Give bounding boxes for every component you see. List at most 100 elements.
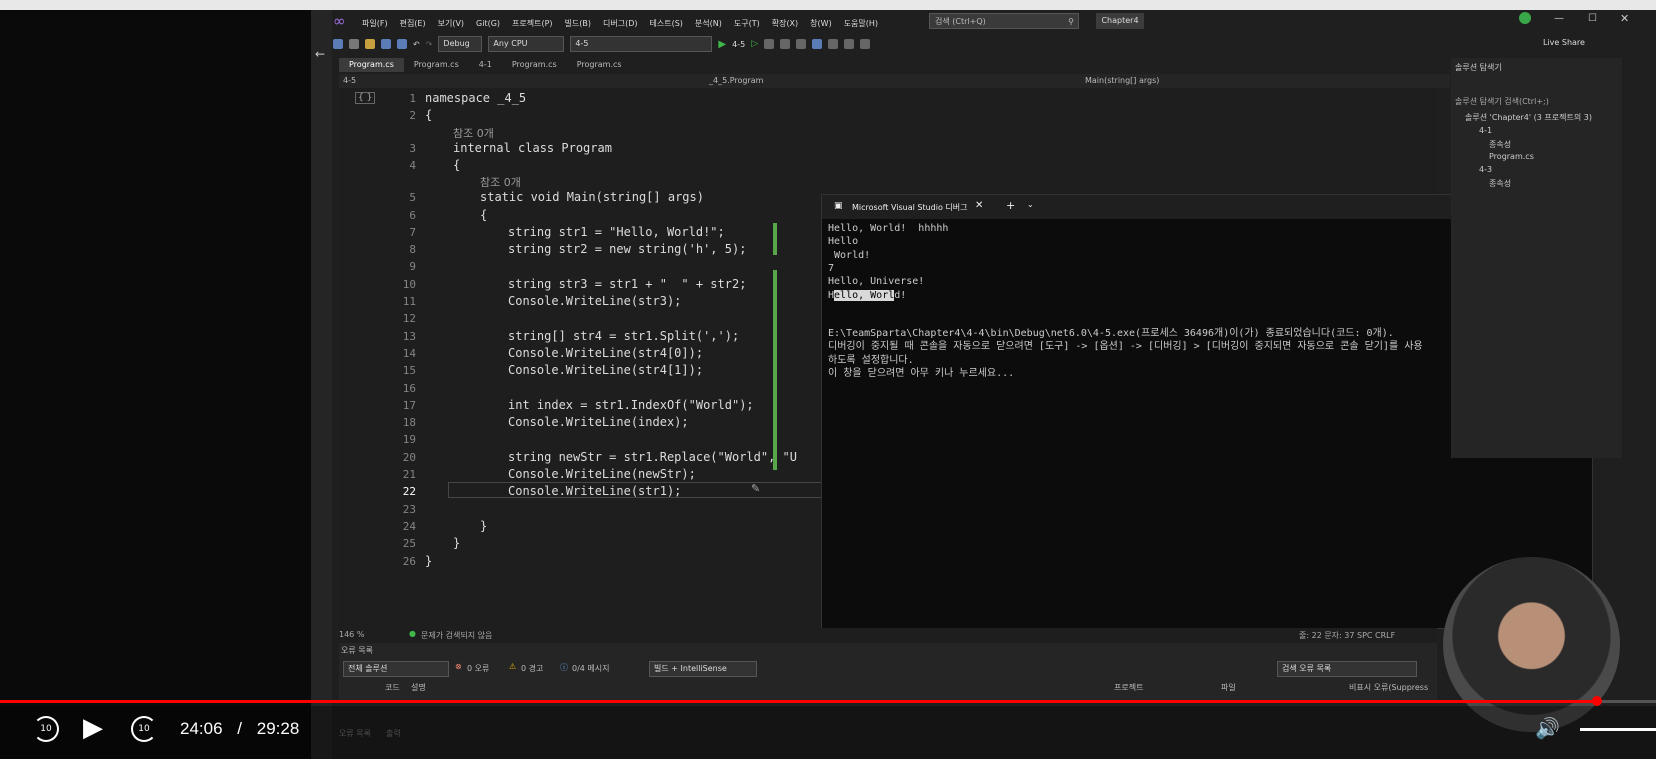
undo-icon[interactable]: ↶: [413, 40, 420, 49]
left-tool-strip: ←: [311, 10, 332, 759]
close-icon[interactable]: ✕: [1620, 12, 1629, 25]
tool-icon[interactable]: [812, 39, 823, 49]
live-share-button[interactable]: Live Share: [1543, 38, 1585, 47]
maximize-icon[interactable]: ☐: [1588, 13, 1597, 24]
solution-explorer-title: 솔루션 탐색기: [1455, 63, 1502, 72]
menu-item[interactable]: 파일(F): [362, 18, 388, 29]
tab-item[interactable]: Program.cs: [567, 58, 632, 72]
menu-item[interactable]: 프로젝트(P): [512, 18, 553, 29]
console-output-line: Hello, Universe!: [828, 276, 925, 288]
tab-item[interactable]: Program.cs: [404, 58, 469, 72]
tool-icon[interactable]: [796, 39, 807, 49]
warnings-filter[interactable]: 0 경고: [521, 663, 543, 674]
total-time: 29:28: [256, 719, 300, 738]
back-arrow-icon[interactable]: ←: [315, 47, 325, 61]
menu-item[interactable]: 확장(X): [772, 18, 798, 29]
check-icon: ●: [409, 629, 416, 638]
volume-slider[interactable]: [1580, 728, 1656, 731]
menu-item[interactable]: 도구(T): [734, 18, 760, 29]
errors-filter[interactable]: 0 오류: [467, 663, 489, 674]
live-share-label: Live Share: [1543, 38, 1585, 47]
menu-item[interactable]: 창(W): [810, 18, 832, 29]
tab-dropdown-icon[interactable]: ⌄: [1027, 200, 1034, 209]
new-tab-icon[interactable]: +: [1006, 199, 1015, 212]
play-icon[interactable]: ▶: [83, 713, 103, 743]
solution-root[interactable]: 솔루션 'Chapter4' (3 프로젝트의 3): [1465, 112, 1592, 123]
dependencies-item[interactable]: 종속성: [1489, 139, 1511, 150]
console-output-line: World!: [828, 249, 871, 261]
menu-bar: 파일(F) 편집(E) 보기(V) Git(G) 프로젝트(P) 빌드(B) 디버그(D) 테…: [362, 12, 878, 34]
file-item[interactable]: Program.cs: [1489, 152, 1534, 161]
platform-select[interactable]: Any CPU: [488, 36, 565, 52]
nav-project[interactable]: 4-5: [343, 76, 356, 85]
tool-icon[interactable]: [828, 39, 839, 49]
account-icon[interactable]: [1519, 12, 1531, 24]
run-label[interactable]: 4-5: [732, 40, 745, 49]
skip-back-icon[interactable]: 10: [33, 716, 59, 742]
tool-icon[interactable]: [844, 39, 855, 49]
menu-item[interactable]: 분석(N): [695, 18, 722, 29]
project-item[interactable]: 4-1: [1479, 126, 1492, 135]
search-icon: ⚲: [1068, 17, 1074, 26]
change-indicator: [773, 270, 777, 470]
change-indicator: [773, 223, 777, 255]
console-output-line: 이 창을 닫으려면 아무 키나 누르세요...: [828, 368, 1015, 379]
nav-class[interactable]: _4_5.Program: [709, 76, 763, 85]
error-list-panel: 오류 목록 전체 솔루션 ⊗ 0 오류 ⚠ 0 경고 ⓘ 0/4 메시지 빌드 …: [339, 643, 1437, 703]
folder-icon[interactable]: [365, 39, 375, 49]
progress-handle[interactable]: [1592, 696, 1602, 706]
config-select[interactable]: Debug: [438, 36, 483, 52]
console-text-segment: d!: [894, 289, 907, 301]
video-letterbox: [0, 10, 311, 759]
column-description[interactable]: 설명: [411, 682, 426, 693]
tool-icon[interactable]: [764, 39, 775, 49]
menu-item[interactable]: 보기(V): [438, 18, 464, 29]
new-item-icon[interactable]: [333, 39, 343, 49]
scope-select[interactable]: 전체 솔루션: [343, 661, 449, 677]
tab-item[interactable]: Program.cs: [502, 58, 567, 72]
console-tab-close-icon[interactable]: ✕: [975, 200, 983, 211]
tool-icon[interactable]: [780, 39, 791, 49]
column-code[interactable]: 코드: [385, 682, 400, 693]
startup-project-select[interactable]: 4-5: [570, 36, 713, 52]
skip-forward-icon[interactable]: 10: [131, 716, 157, 742]
menu-item[interactable]: 도움말(H): [844, 18, 878, 29]
minimize-icon[interactable]: —: [1554, 13, 1564, 24]
column-project[interactable]: 프로젝트: [1114, 682, 1143, 693]
build-source-select[interactable]: 빌드 + IntelliSense: [649, 661, 757, 677]
messages-filter[interactable]: 0/4 메시지: [572, 663, 610, 674]
solution-name-badge[interactable]: Chapter4: [1096, 13, 1144, 29]
menu-item[interactable]: 디버그(D): [603, 18, 637, 29]
nav-member[interactable]: Main(string[] args): [1085, 76, 1159, 85]
console-output-line: Hello: [828, 236, 859, 248]
run-without-debug-icon[interactable]: ▷: [751, 39, 758, 49]
tab-item[interactable]: Program.cs: [339, 58, 404, 72]
menu-item[interactable]: 테스트(S): [650, 18, 683, 29]
solution-search-input[interactable]: 솔루션 탐색기 검색(Ctrl+;): [1455, 96, 1549, 107]
project-item[interactable]: 4-3: [1479, 165, 1492, 174]
menu-item[interactable]: 빌드(B): [565, 18, 591, 29]
console-title: Microsoft Visual Studio 디버그: [852, 203, 968, 212]
column-file[interactable]: 파일: [1221, 682, 1236, 693]
video-progress-fill: [0, 700, 1597, 703]
open-icon[interactable]: [349, 39, 359, 49]
column-suppress[interactable]: 비표시 오류(Suppress: [1349, 682, 1428, 693]
issues-status[interactable]: 문제가 검색되지 않음: [421, 630, 492, 641]
volume-icon[interactable]: 🔊: [1535, 716, 1560, 740]
save-all-icon[interactable]: [397, 39, 407, 49]
quick-action-icon[interactable]: ✎: [751, 482, 760, 495]
dependencies-item[interactable]: 종속성: [1489, 178, 1511, 189]
menu-item[interactable]: Git(G): [476, 19, 500, 28]
redo-icon[interactable]: ↷: [426, 40, 433, 49]
navigation-bar: 4-5 _4_5.Program Main(string[] args): [339, 74, 1450, 88]
run-icon[interactable]: ▶: [718, 39, 726, 50]
console-output-line: 7: [828, 262, 835, 274]
menu-item[interactable]: 편집(E): [400, 18, 426, 29]
zoom-level[interactable]: 146 %: [339, 630, 364, 639]
console-icon: ▣: [834, 201, 843, 211]
bookmark-icon[interactable]: [860, 39, 871, 49]
save-icon[interactable]: [381, 39, 391, 49]
error-search-input[interactable]: 검색 오류 목록: [1277, 661, 1417, 677]
search-input[interactable]: 검색 (Ctrl+Q) ⚲: [929, 13, 1079, 29]
tab-item[interactable]: 4-1: [469, 58, 502, 72]
